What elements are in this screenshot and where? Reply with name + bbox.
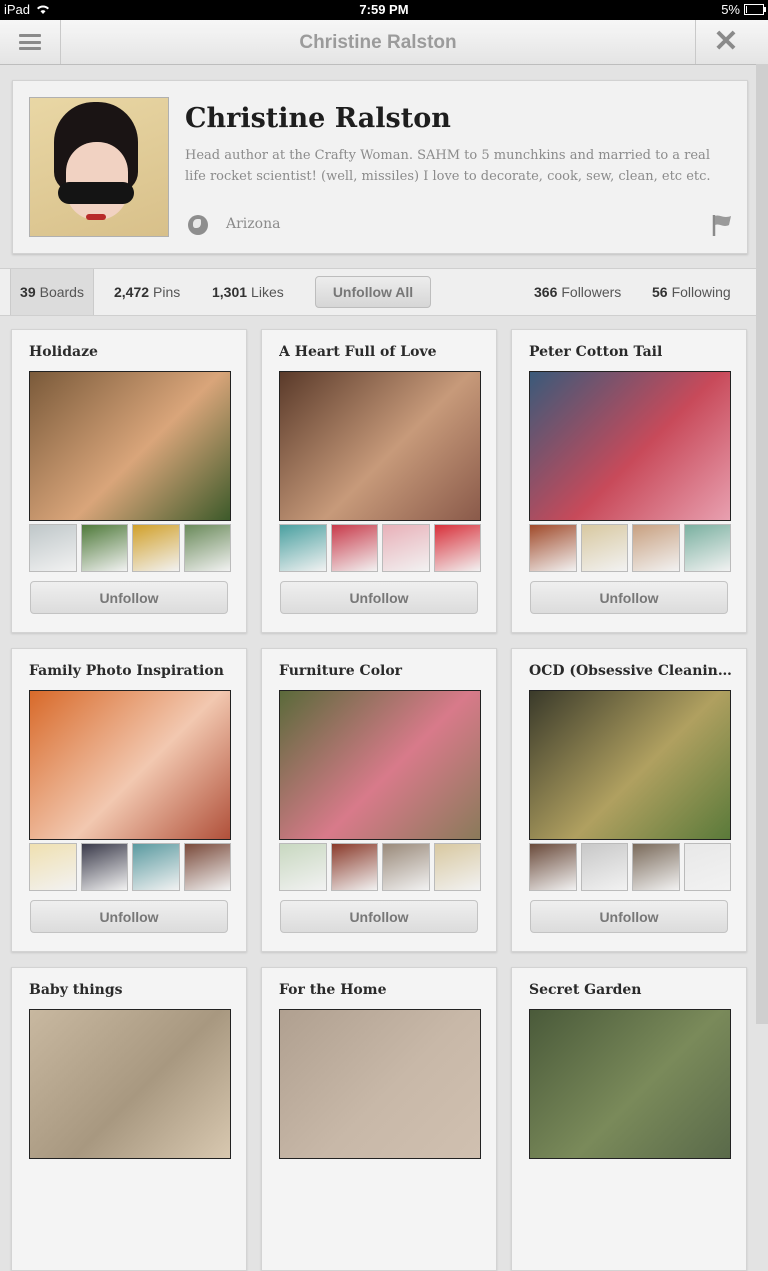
clock: 7:59 PM — [359, 2, 409, 17]
boards-stat[interactable]: 39 Boards — [10, 269, 94, 315]
board-thumbnail[interactable] — [183, 524, 231, 572]
likes-count: 1,301 — [212, 284, 248, 300]
board-thumbnail[interactable] — [529, 843, 577, 891]
board-thumbnail[interactable] — [29, 843, 77, 891]
board-thumbnails — [279, 524, 481, 572]
pins-label: Pins — [153, 284, 181, 300]
board-cover-image[interactable] — [279, 371, 481, 521]
scroll-track — [756, 64, 768, 1024]
board-thumbnail[interactable] — [132, 524, 180, 572]
profile-card: Christine Ralston Head author at the Cra… — [12, 80, 748, 254]
board-thumbnail[interactable] — [683, 843, 731, 891]
board-thumbnail[interactable] — [632, 524, 680, 572]
board-cover-image[interactable] — [529, 371, 731, 521]
board-card[interactable]: Family Photo Inspiration Unfollow — [11, 648, 247, 952]
board-card[interactable]: For the Home — [261, 967, 497, 1271]
avatar[interactable] — [29, 97, 169, 237]
board-thumbnail[interactable] — [279, 524, 327, 572]
board-cover-image[interactable] — [279, 690, 481, 840]
board-thumbnail[interactable] — [580, 524, 628, 572]
pins-stat[interactable]: 2,472 Pins — [114, 269, 180, 315]
board-title[interactable]: Baby things — [29, 982, 235, 998]
board-cover-image[interactable] — [29, 371, 231, 521]
board-cover-image[interactable] — [29, 690, 231, 840]
board-thumbnail[interactable] — [529, 524, 577, 572]
following-stat[interactable]: 56 Following — [652, 269, 731, 315]
board-thumbnail[interactable] — [80, 524, 128, 572]
board-card[interactable]: Peter Cotton Tail Unfollow — [511, 329, 747, 633]
board-title[interactable]: Peter Cotton Tail — [529, 344, 735, 360]
board-thumbnail[interactable] — [183, 843, 231, 891]
unfollow-board-button[interactable]: Unfollow — [30, 900, 228, 933]
board-thumbnail[interactable] — [632, 843, 680, 891]
board-title[interactable]: For the Home — [279, 982, 485, 998]
boards-count: 39 — [20, 284, 36, 300]
board-title[interactable]: Family Photo Inspiration — [29, 663, 235, 679]
profile-bio: Head author at the Crafty Woman. SAHM to… — [185, 148, 711, 184]
following-count: 56 — [652, 284, 668, 300]
flag-icon[interactable] — [711, 213, 733, 237]
board-title[interactable]: Furniture Color — [279, 663, 485, 679]
board-thumbnails — [529, 843, 731, 891]
board-thumbnail[interactable] — [433, 524, 481, 572]
board-card[interactable]: Secret Garden — [511, 967, 747, 1271]
board-thumbnail[interactable] — [382, 843, 430, 891]
unfollow-board-button[interactable]: Unfollow — [530, 900, 728, 933]
stats-bar: 39 Boards 2,472 Pins 1,301 Likes Unfollo… — [0, 268, 756, 316]
globe-icon — [188, 215, 208, 235]
board-card[interactable]: Furniture Color Unfollow — [261, 648, 497, 952]
unfollow-all-button[interactable]: Unfollow All — [315, 276, 431, 308]
battery-percent: 5% — [721, 2, 740, 17]
close-icon: ✕ — [713, 25, 739, 58]
board-thumbnail[interactable] — [683, 524, 731, 572]
board-cover-image[interactable] — [29, 1009, 231, 1159]
board-thumbnail[interactable] — [279, 843, 327, 891]
board-cover-image[interactable] — [529, 690, 731, 840]
following-label: Following — [671, 284, 731, 300]
profile-location: Arizona — [226, 216, 281, 232]
board-card[interactable]: OCD (Obsessive Cleaning... Unfollow — [511, 648, 747, 952]
board-thumbnail[interactable] — [132, 843, 180, 891]
board-card[interactable]: Holidaze Unfollow — [11, 329, 247, 633]
board-title[interactable]: OCD (Obsessive Cleaning... — [529, 663, 735, 679]
board-thumbnail[interactable] — [382, 524, 430, 572]
unfollow-board-button[interactable]: Unfollow — [530, 581, 728, 614]
board-card[interactable]: A Heart Full of Love Unfollow — [261, 329, 497, 633]
unfollow-board-button[interactable]: Unfollow — [280, 900, 478, 933]
board-thumbnails — [29, 524, 231, 572]
likes-label: Likes — [251, 284, 284, 300]
followers-count: 366 — [534, 284, 558, 300]
followers-stat[interactable]: 366 Followers — [534, 269, 621, 315]
board-thumbnail[interactable] — [29, 524, 77, 572]
unfollow-board-button[interactable]: Unfollow — [30, 581, 228, 614]
board-thumbnail[interactable] — [330, 843, 378, 891]
board-thumbnail[interactable] — [80, 843, 128, 891]
board-cover-image[interactable] — [529, 1009, 731, 1159]
close-button[interactable]: ✕ — [695, 20, 756, 64]
board-thumbnails — [529, 524, 731, 572]
page-title: Christine Ralston — [299, 32, 457, 53]
board-title[interactable]: A Heart Full of Love — [279, 344, 485, 360]
board-cover-image[interactable] — [279, 1009, 481, 1159]
board-thumbnails — [279, 843, 481, 891]
board-thumbnail[interactable] — [433, 843, 481, 891]
board-thumbnail[interactable] — [330, 524, 378, 572]
profile-name: Christine Ralston — [185, 103, 451, 134]
board-thumbnail[interactable] — [580, 843, 628, 891]
board-card[interactable]: Baby things — [11, 967, 247, 1271]
unfollow-board-button[interactable]: Unfollow — [280, 581, 478, 614]
pins-count: 2,472 — [114, 284, 150, 300]
status-bar: iPad 7:59 PM 5% — [0, 0, 768, 20]
likes-stat[interactable]: 1,301 Likes — [212, 269, 284, 315]
board-thumbnails — [29, 843, 231, 891]
board-title[interactable]: Holidaze — [29, 344, 235, 360]
followers-label: Followers — [561, 284, 622, 300]
boards-label: Boards — [39, 284, 84, 300]
board-title[interactable]: Secret Garden — [529, 982, 735, 998]
nav-bar: Christine Ralston ✕ — [0, 20, 768, 65]
battery-icon — [744, 4, 766, 15]
